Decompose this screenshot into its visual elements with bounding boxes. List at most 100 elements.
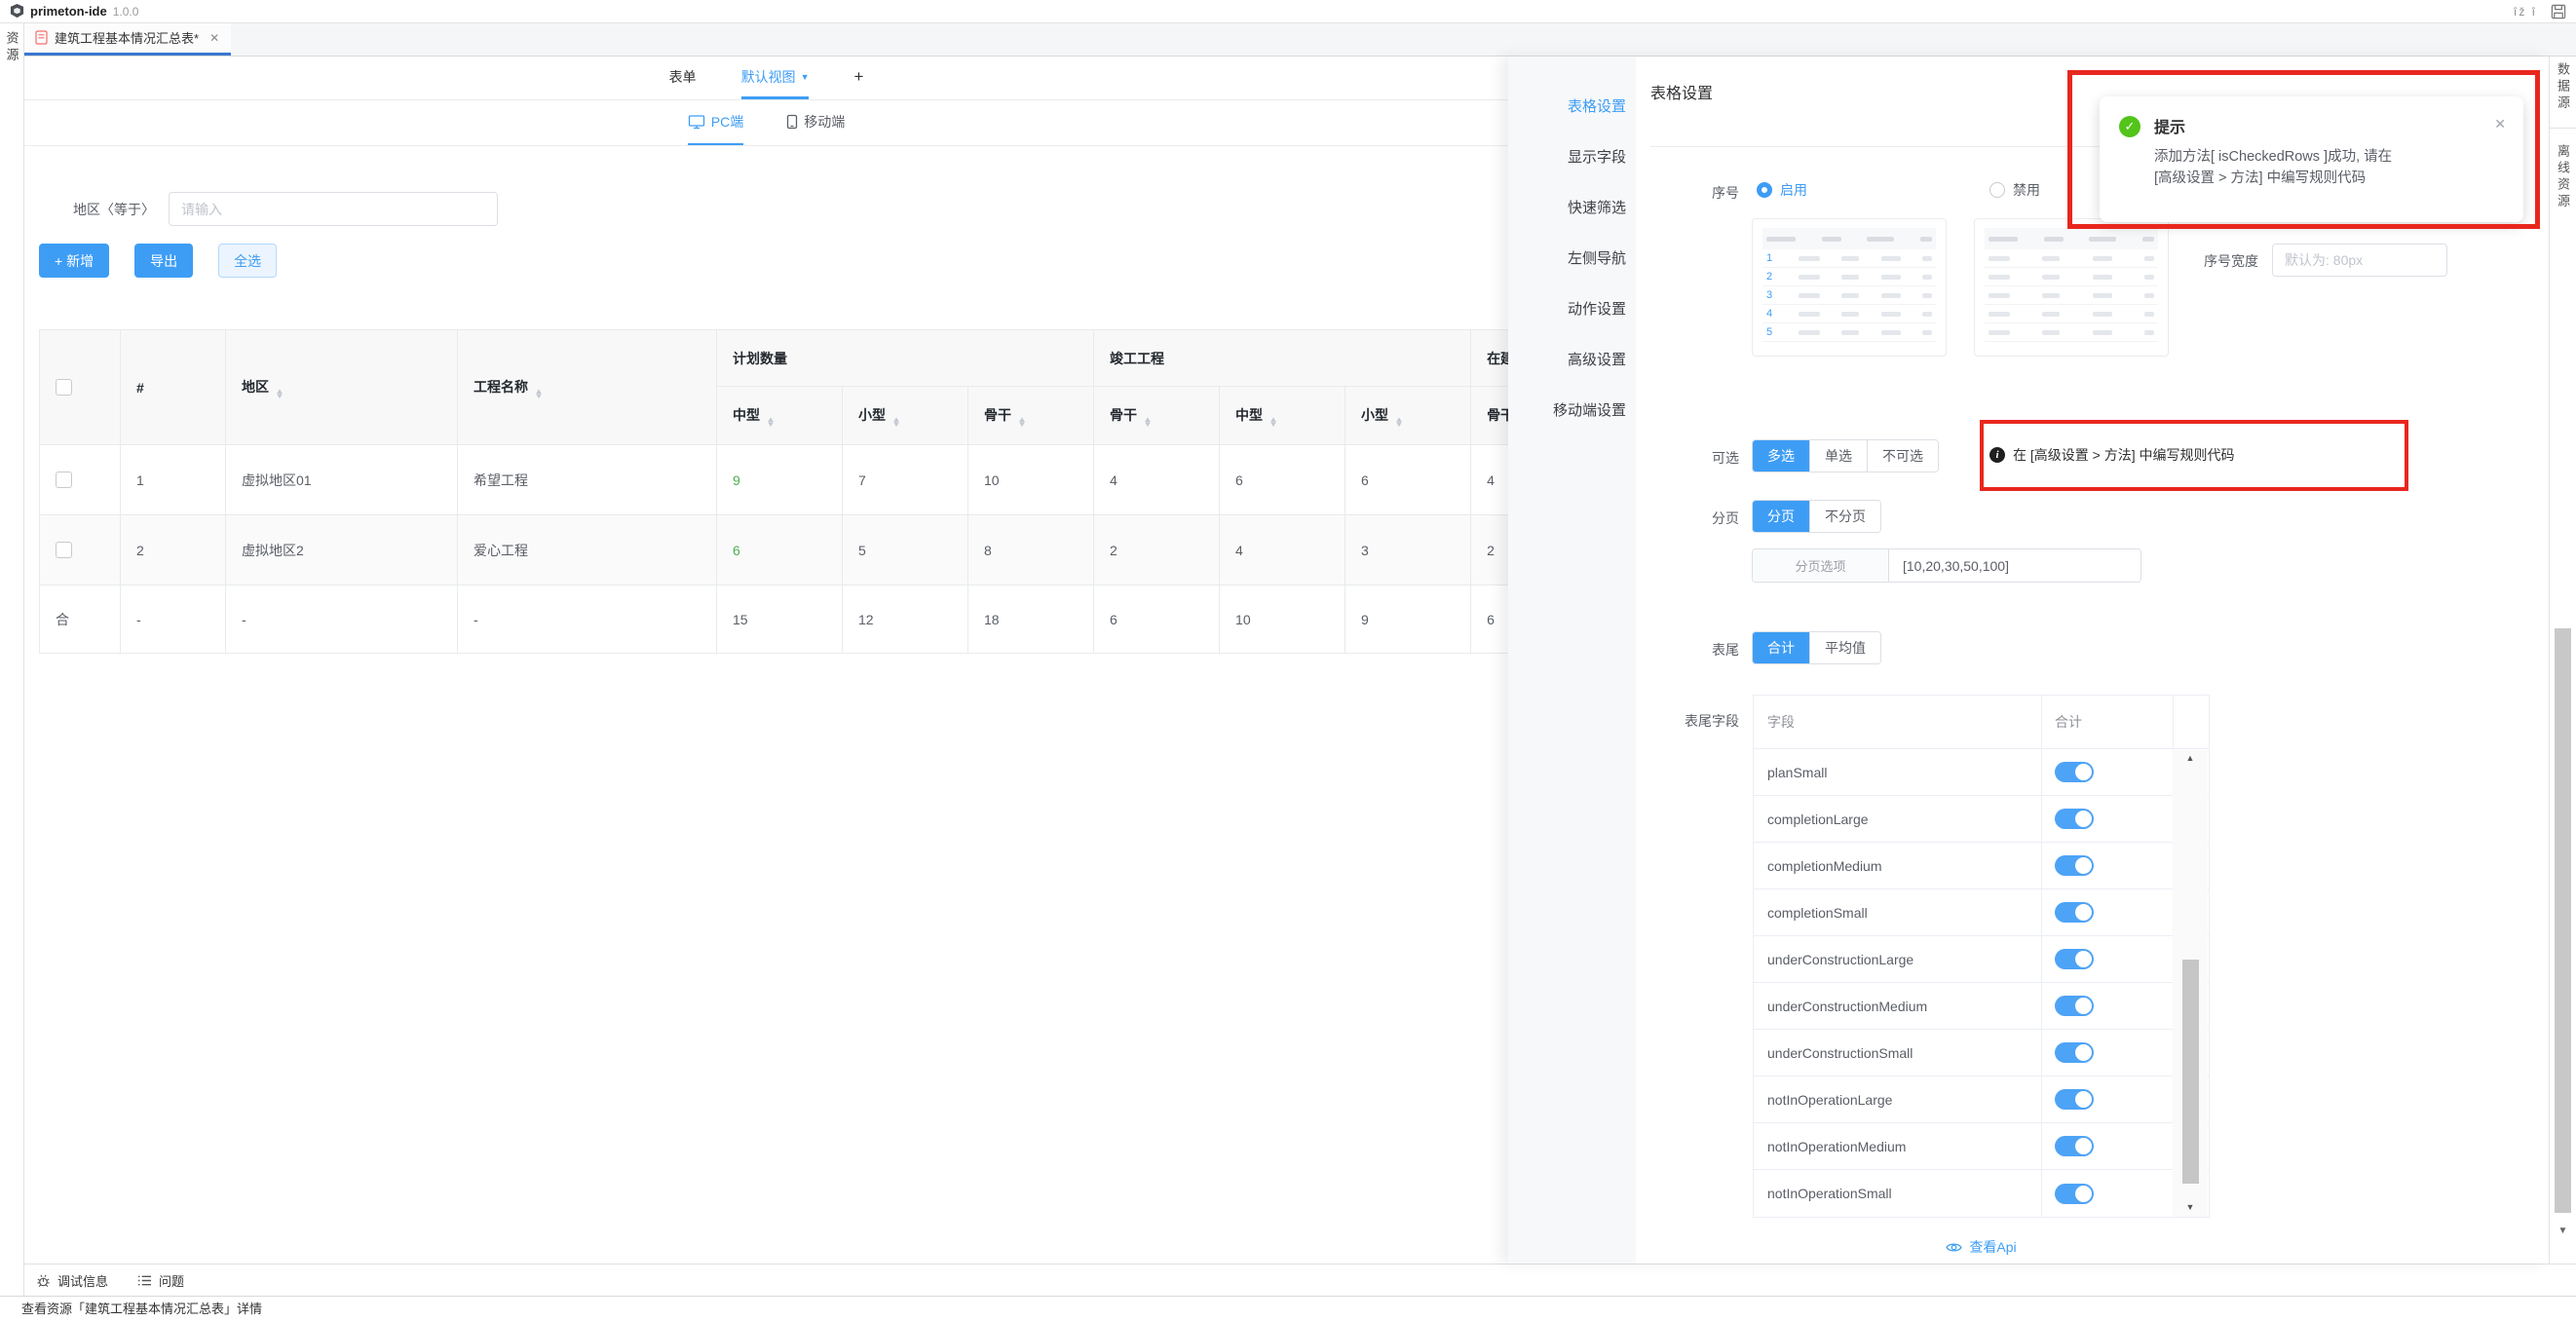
success-check-icon: ✓: [2119, 116, 2140, 137]
filter-input[interactable]: [169, 192, 498, 226]
settings-nav-item[interactable]: 左侧导航: [1508, 234, 1636, 284]
field-total-toggle[interactable]: [2055, 809, 2094, 829]
view-api-link[interactable]: 查看Api: [1753, 1237, 2210, 1257]
debug-info-item[interactable]: 调试信息: [36, 1271, 108, 1290]
right-strip-item[interactable]: 数据源: [2554, 62, 2572, 112]
sort-icon[interactable]: ▲▼: [1144, 417, 1152, 427]
preview-dash: [1989, 330, 2010, 335]
preview-row: 4: [1762, 305, 1936, 323]
right-strip-item[interactable]: 离线资源: [2554, 144, 2572, 210]
sort-icon[interactable]: ▲▼: [535, 389, 543, 398]
settings-nav-item[interactable]: 快速筛选: [1508, 183, 1636, 234]
field-total-toggle[interactable]: [2055, 762, 2094, 782]
preview-row: [1985, 305, 2158, 323]
field-total-toggle[interactable]: [2055, 902, 2094, 923]
field-total-toggle[interactable]: [2055, 1184, 2094, 1204]
selectable-option[interactable]: 多选: [1753, 440, 1809, 472]
app-name: primeton-ide: [30, 4, 107, 19]
field-total-toggle[interactable]: [2055, 949, 2094, 969]
table-footer-option[interactable]: 平均值: [1809, 632, 1880, 663]
app-version: 1.0.0: [113, 5, 139, 19]
row-value: 4: [1471, 445, 1508, 515]
preview-dash: [1922, 312, 1932, 317]
field-total-toggle[interactable]: [2055, 1089, 2094, 1110]
document-tab[interactable]: 建筑工程基本情况汇总表* ✕: [24, 22, 231, 56]
settings-nav-item[interactable]: 移动端设置: [1508, 386, 1636, 436]
titlebar-glyph-icons[interactable]: îž î: [2514, 5, 2537, 19]
row-checkbox[interactable]: [56, 472, 72, 488]
preview-row-number: 3: [1766, 289, 1776, 301]
fields-scrollbar[interactable]: ▲ ▼: [2173, 750, 2208, 1217]
resource-strip-label[interactable]: 资源: [3, 31, 21, 1296]
preview-dash: [1881, 293, 1901, 298]
preview-row: 3: [1762, 286, 1936, 305]
tab-default-view[interactable]: 默认视图 ▼: [741, 57, 810, 99]
window-scroll-down-icon[interactable]: ▼: [2555, 1226, 2571, 1236]
preview-dash: [1989, 256, 2010, 261]
problems-item[interactable]: 问题: [137, 1271, 184, 1290]
sortable-header[interactable]: 地区▲▼: [226, 330, 458, 445]
pagination-option[interactable]: 分页: [1753, 501, 1809, 532]
settings-nav-item[interactable]: 高级设置: [1508, 335, 1636, 386]
sort-icon[interactable]: ▲▼: [276, 389, 284, 398]
sortable-header[interactable]: 工程名称▲▼: [458, 330, 717, 445]
add-button[interactable]: + 新增: [39, 244, 109, 278]
header-checkbox[interactable]: [56, 379, 72, 396]
sortable-subheader[interactable]: 骨干▲▼: [1094, 387, 1220, 445]
sortable-subheader[interactable]: 小型▲▼: [843, 387, 968, 445]
selectable-option[interactable]: 单选: [1809, 440, 1867, 472]
tab-close-icon[interactable]: ✕: [209, 31, 219, 45]
field-total-toggle[interactable]: [2055, 996, 2094, 1016]
sortable-subheader[interactable]: 中型▲▼: [717, 387, 843, 445]
sortable-subheader[interactable]: 中型▲▼: [1220, 387, 1345, 445]
settings-nav-item[interactable]: 表格设置: [1508, 82, 1636, 132]
scroll-up-icon[interactable]: ▲: [2186, 750, 2195, 766]
preview-row: [1985, 323, 2158, 342]
preview-dash: [2042, 275, 2060, 280]
pagination-option[interactable]: 不分页: [1809, 501, 1880, 532]
tab-pc[interactable]: PC端: [688, 100, 743, 145]
seq-enable-radio[interactable]: 启用: [1757, 180, 1807, 200]
toast-message-line1: 添加方法[ isCheckedRows ]成功, 请在: [2154, 146, 2392, 168]
sort-icon[interactable]: ▲▼: [1018, 417, 1026, 427]
table-footer-option[interactable]: 合计: [1753, 632, 1809, 663]
data-grid: #地区▲▼工程名称▲▼计划数量竣工工程在建工程中型▲▼小型▲▼骨干▲▼骨干▲▼中…: [39, 329, 1508, 654]
filter-label: 地区〈等于〉: [73, 200, 155, 219]
field-total-toggle[interactable]: [2055, 1136, 2094, 1156]
pagination-label: 分页: [1622, 509, 1739, 528]
settings-nav-item[interactable]: 动作设置: [1508, 284, 1636, 335]
sort-icon[interactable]: ▲▼: [1395, 417, 1403, 427]
preview-dash: [1799, 330, 1820, 335]
select-all-button[interactable]: 全选: [218, 244, 277, 278]
export-button[interactable]: 导出: [134, 244, 193, 278]
field-total-toggle[interactable]: [2055, 1042, 2094, 1063]
device-tab-bar: PC端 移动端: [24, 100, 1508, 146]
selectable-option[interactable]: 不可选: [1867, 440, 1938, 472]
sortable-subheader[interactable]: 骨干▲▼: [1471, 387, 1508, 445]
fields-scrollbar-thumb[interactable]: [2182, 960, 2199, 1184]
sort-icon[interactable]: ▲▼: [892, 417, 900, 427]
add-view-button[interactable]: +: [853, 57, 863, 99]
success-toast: ✓ 提示 添加方法[ isCheckedRows ]成功, 请在 [高级设置 >…: [2100, 96, 2523, 222]
sortable-subheader[interactable]: 骨干▲▼: [968, 387, 1094, 445]
preview-dash: [1841, 293, 1859, 298]
settings-nav-item[interactable]: 显示字段: [1508, 132, 1636, 183]
sortable-subheader[interactable]: 小型▲▼: [1345, 387, 1471, 445]
tab-mobile[interactable]: 移动端: [786, 100, 845, 145]
save-icon[interactable]: [2551, 4, 2566, 19]
seq-disable-radio[interactable]: 禁用: [1989, 180, 2040, 200]
seq-width-input[interactable]: [2272, 244, 2447, 277]
tab-form[interactable]: 表单: [669, 57, 697, 99]
sort-icon[interactable]: ▲▼: [767, 417, 775, 427]
scroll-down-icon[interactable]: ▼: [2186, 1199, 2195, 1215]
footer-field-row: notInOperationMedium: [1754, 1123, 2209, 1170]
field-total-toggle[interactable]: [2055, 855, 2094, 876]
table-footer-segmented: 合计平均值: [1752, 631, 1881, 664]
preview-dash: [1920, 237, 1932, 242]
pagination-options-input[interactable]: [1889, 549, 2140, 582]
row-checkbox[interactable]: [56, 542, 72, 558]
toast-close-icon[interactable]: ✕: [2494, 116, 2506, 132]
sort-icon[interactable]: ▲▼: [1269, 417, 1277, 427]
window-scrollbar-thumb[interactable]: [2555, 628, 2571, 1213]
preview-row: [1985, 286, 2158, 305]
